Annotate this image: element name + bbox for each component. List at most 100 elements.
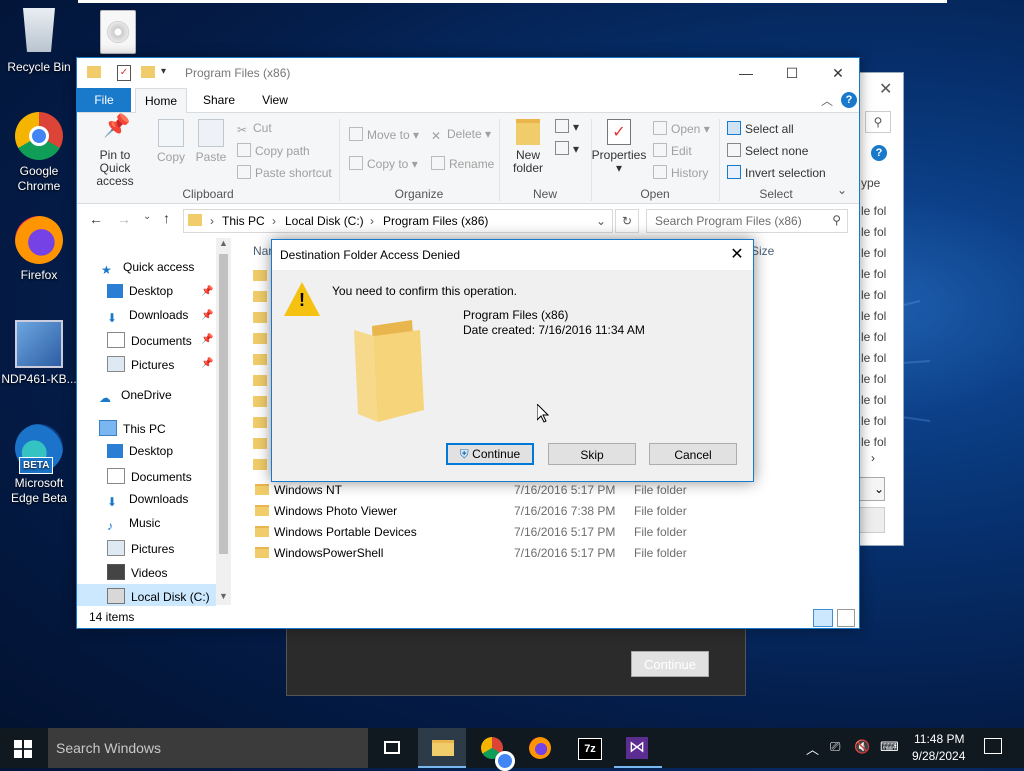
pin-to-quick-access-button[interactable]: 📌 Pin to Quick access [83,115,147,188]
up-button[interactable]: ↑ [163,210,170,226]
desktop-icon-firefox[interactable]: Firefox [1,216,77,283]
list-item[interactable]: le fol [861,246,886,260]
history-button[interactable]: History [653,165,708,180]
pin-icon[interactable]: 📌 [201,358,213,369]
search-icon[interactable]: ⚲ [865,111,891,133]
taskbar-firefox[interactable] [516,728,564,768]
taskbar-7zip[interactable]: 7z [566,728,614,768]
recent-locations-button[interactable]: ⌄ [143,211,151,222]
collapse-ribbon-icon[interactable]: ︿ [821,92,833,109]
paste-shortcut-button[interactable]: Paste shortcut [237,165,332,180]
taskbar-file-explorer[interactable] [418,728,466,768]
list-item[interactable]: le fol [861,435,886,449]
nav-pc-local-disk[interactable]: Local Disk (C:) [107,588,210,604]
task-view-button[interactable] [368,728,416,768]
taskbar-search-input[interactable]: Search Windows [48,728,368,768]
notification-center-icon[interactable] [984,738,1002,754]
column-header-name[interactable]: Nar [253,244,272,258]
copy-path-button[interactable]: Copy path [237,143,310,158]
nav-qa-downloads[interactable]: ⬇ Downloads [107,308,188,325]
start-button[interactable] [14,740,32,758]
nav-pc-documents[interactable]: Documents [107,468,192,484]
dropdown-button[interactable]: ⌄ [857,477,885,501]
background-explorer-window[interactable]: ✕ ⚲ ? ype le fol le fol le fol le fol le… [856,72,904,546]
paste-button[interactable]: Paste [193,119,229,164]
new-folder-button[interactable]: New folder [507,119,549,175]
list-item[interactable]: le fol [861,225,886,239]
nav-this-pc[interactable]: This PC [99,420,166,436]
network-icon[interactable]: ⎚ [830,739,840,755]
address-dropdown-icon[interactable]: ⌄ [596,214,606,228]
nav-pc-pictures[interactable]: Pictures [107,540,174,556]
close-button[interactable]: ✕ [815,58,861,88]
scrollbar-thumb[interactable] [219,254,228,554]
disc-image-icon[interactable] [100,10,136,54]
nav-pc-music[interactable]: ♪ Music [107,516,160,533]
nav-pc-videos[interactable]: Videos [107,564,167,580]
refresh-button[interactable]: ↻ [615,209,639,233]
nav-quick-access[interactable]: ★ Quick access [101,260,194,277]
breadcrumb-this-pc[interactable]: This PC [222,214,265,228]
rename-button[interactable]: Rename [431,156,494,171]
list-item[interactable]: le fol [861,288,886,302]
pin-icon[interactable]: 📌 [201,334,213,345]
show-hidden-icons-button[interactable]: ︿ [806,739,819,758]
maximize-button[interactable]: ☐ [769,58,815,88]
large-icons-view-button[interactable] [837,609,855,627]
breadcrumb-local-disk[interactable]: Local Disk (C:) [285,214,364,228]
taskbar-chrome[interactable] [468,728,516,771]
address-bar[interactable]: › This PC › Local Disk (C:) › Program Fi… [183,209,613,233]
list-item[interactable]: le fol [861,351,886,365]
copy-to-button[interactable]: Copy to ▾ [349,156,418,171]
desktop-icon-edge-beta[interactable]: BETA Microsoft Edge Beta [1,424,77,506]
desktop-icon-recycle-bin[interactable]: Recycle Bin [1,8,77,75]
list-item[interactable]: le fol [861,393,886,407]
nav-qa-documents[interactable]: Documents [107,332,192,348]
desktop-icon-ndp461[interactable]: NDP461-KB... [1,320,77,387]
scroll-down-icon[interactable]: ▼ [219,591,228,601]
nav-pc-desktop[interactable]: Desktop [107,444,173,458]
chevron-down-icon[interactable]: ⌄ [837,183,847,197]
qat-dropdown-icon[interactable]: ▾ [161,66,166,77]
nav-qa-pictures[interactable]: Pictures [107,356,174,372]
tab-file[interactable]: File [77,88,131,112]
list-item[interactable]: le fol [861,309,886,323]
pin-icon[interactable]: 📌 [201,286,213,297]
back-button[interactable]: ← [89,211,103,227]
cut-button[interactable]: ✂ Cut [237,121,272,137]
table-row[interactable]: Windows Photo Viewer 7/16/2016 7:38 PM F… [249,501,849,522]
details-view-button[interactable] [813,609,833,627]
edit-button[interactable]: Edit [653,143,692,158]
installer-continue-button[interactable]: Continue [631,651,709,677]
list-item[interactable]: le fol [861,204,886,218]
cancel-button[interactable]: Cancel [649,443,737,465]
new-folder-qat-icon[interactable] [141,66,155,78]
list-item[interactable]: le fol [861,414,886,428]
select-all-button[interactable]: Select all [727,121,794,136]
desktop-icon-chrome[interactable]: Google Chrome [1,112,77,194]
nav-onedrive[interactable]: ☁ OneDrive [99,388,172,405]
new-item-button[interactable]: ▾ [555,119,579,134]
pin-icon[interactable]: 📌 [201,310,213,321]
volume-muted-icon[interactable]: 🔇 [854,739,870,755]
list-item[interactable]: le fol [861,372,886,386]
help-icon[interactable]: ? [841,92,857,108]
breadcrumb-current-folder[interactable]: Program Files (x86) [383,214,488,228]
chevron-right-icon[interactable]: › [871,451,875,465]
search-input[interactable]: Search Program Files (x86) ⚲ [646,209,848,233]
table-row[interactable]: Windows NT 7/16/2016 5:17 PM File folder [249,480,849,501]
column-header-type[interactable]: ype [861,176,880,190]
tab-home[interactable]: Home [135,88,187,113]
scroll-up-icon[interactable]: ▲ [219,238,228,248]
easy-access-button[interactable]: ▾ [555,141,579,156]
table-row[interactable]: Windows Portable Devices 7/16/2016 5:17 … [249,522,849,543]
nav-pc-downloads[interactable]: ⬇ Downloads [107,492,188,509]
minimize-button[interactable]: — [723,58,769,88]
list-item[interactable]: le fol [861,267,886,281]
keyboard-icon[interactable]: ⌨ [880,739,899,755]
continue-button[interactable]: ⛨ Continue [446,443,534,465]
properties-button[interactable]: ✓ Properties ▾ [591,119,647,175]
close-icon[interactable]: ✕ [879,79,892,99]
button[interactable] [857,507,885,533]
clock-time[interactable]: 11:48 PM [914,732,964,746]
